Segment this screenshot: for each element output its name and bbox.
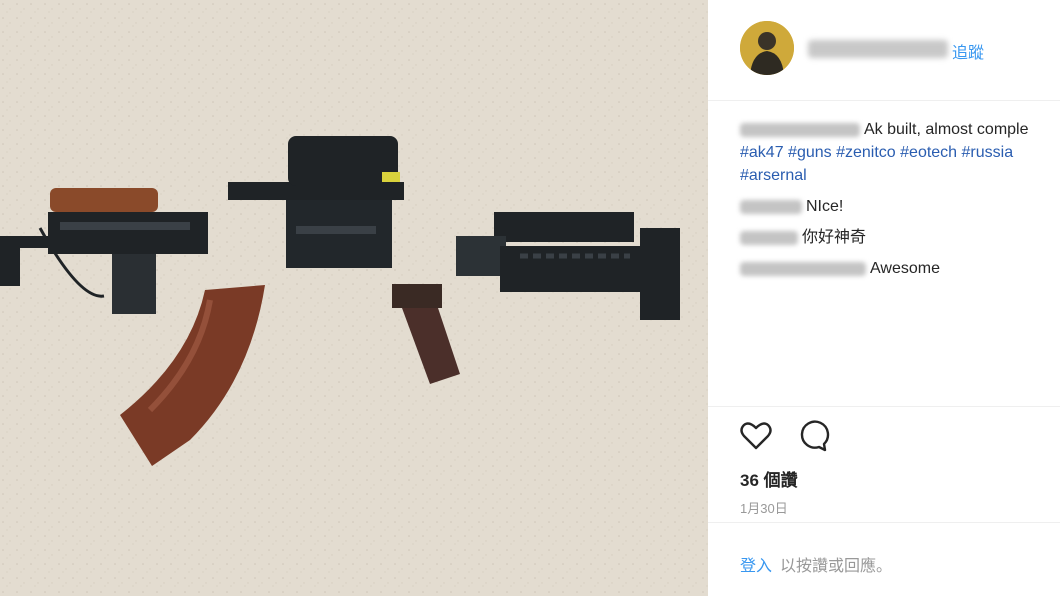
post-date[interactable]: 1月30日 xyxy=(740,498,788,517)
divider xyxy=(708,522,1060,523)
follow-button[interactable]: 追蹤 xyxy=(952,39,984,63)
comment-button[interactable] xyxy=(794,418,830,454)
login-prompt: 登入 以按讚或回應。 xyxy=(740,552,892,576)
likes-count[interactable]: 36 個讚 xyxy=(740,466,798,491)
comment-item: xxxxxxx 你好神奇 xyxy=(740,226,1060,249)
username-blurred[interactable]: xx_xxxxxxx0001 xyxy=(808,40,948,58)
rifle-parts-image xyxy=(0,0,708,596)
caption-text: Ak built, almost comple xyxy=(864,121,1029,138)
login-link[interactable]: 登入 xyxy=(740,558,772,575)
comment-author-blurred[interactable]: xxxxxxxx xyxy=(740,199,802,214)
hashtag-link[interactable]: #zenitco xyxy=(836,144,896,161)
comment-text: NIce! xyxy=(806,198,844,215)
like-button[interactable] xyxy=(738,418,774,454)
comment-item: xxxxxxxx NIce! xyxy=(740,195,1060,218)
post-header: xx_xxxxxxx0001 追蹤 xyxy=(708,0,1060,101)
caption: xx_xxxxxx0002 Ak built, almost comple xyxy=(740,118,1060,141)
avatar-image xyxy=(740,21,794,75)
hashtag-link[interactable]: #ak47 xyxy=(740,144,784,161)
divider xyxy=(708,406,1060,407)
comment-author-blurred[interactable]: xxxxxxx xyxy=(740,230,798,245)
hashtag-link[interactable]: #guns xyxy=(788,144,832,161)
comment-author-blurred[interactable]: xxxxxxxxxxxxxxxx xyxy=(740,261,866,276)
login-prompt-text: 以按讚或回應。 xyxy=(780,558,893,575)
hashtag-link[interactable]: #eotech xyxy=(900,144,957,161)
heart-icon xyxy=(740,422,772,450)
post-photo[interactable] xyxy=(0,0,708,596)
caption-hashtags-line2: #arsernal xyxy=(740,164,1060,187)
action-bar xyxy=(738,418,858,452)
comment-text: Awesome xyxy=(870,260,940,277)
hashtag-link[interactable]: #arsernal xyxy=(740,167,807,184)
caption-author-blurred[interactable]: xx_xxxxxx0002 xyxy=(740,122,860,137)
comment-icon xyxy=(801,420,830,452)
hashtag-link[interactable]: #russia xyxy=(962,144,1014,161)
comments-section: xx_xxxxxx0002 Ak built, almost comple #ak… xyxy=(740,118,1060,280)
comment-text: 你好神奇 xyxy=(802,229,867,246)
post-sidebar: xx_xxxxxxx0001 追蹤 xx_xxxxxx0002 Ak built,… xyxy=(708,0,1060,596)
avatar[interactable] xyxy=(740,21,794,75)
comment-item: xxxxxxxxxxxxxxxx Awesome xyxy=(740,257,1060,280)
caption-hashtags-line1: #ak47 #guns #zenitco #eotech #russia xyxy=(740,141,1060,164)
